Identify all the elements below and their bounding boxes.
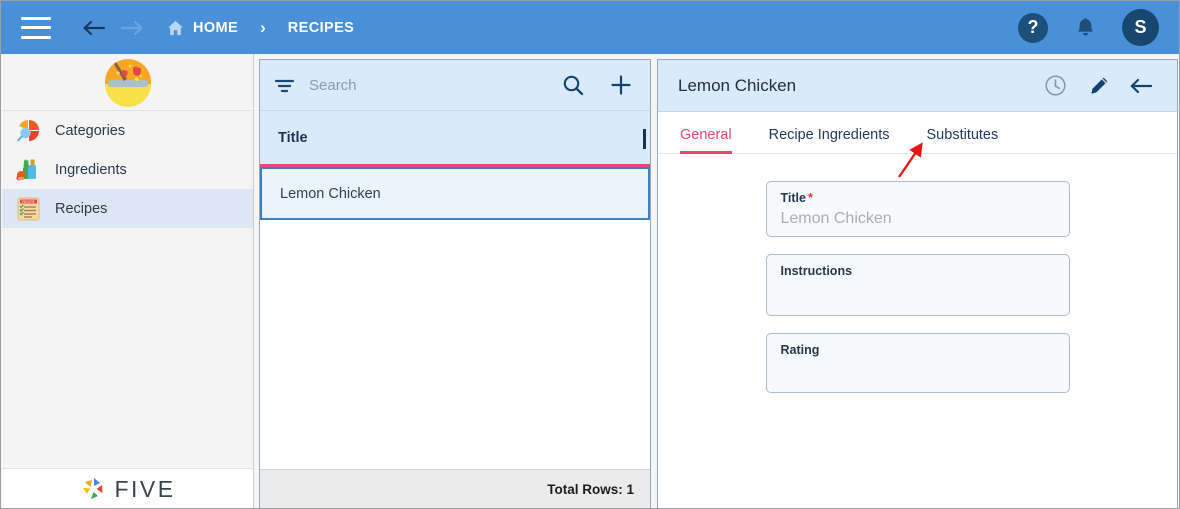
filter-icon[interactable] bbox=[274, 77, 295, 94]
brand-footer: FIVE bbox=[2, 468, 253, 508]
groceries-icon bbox=[15, 156, 42, 183]
sidebar-item-categories[interactable]: Categories bbox=[2, 111, 253, 150]
field-instructions-label: Instructions bbox=[780, 264, 853, 278]
sidebar-item-label: Ingredients bbox=[55, 161, 127, 178]
field-rating[interactable]: Rating bbox=[765, 333, 1070, 393]
field-title-value: Lemon Chicken bbox=[780, 210, 892, 227]
field-title[interactable]: Title * Lemon Chicken bbox=[765, 181, 1070, 237]
search-input[interactable] bbox=[309, 76, 562, 94]
sidebar-item-recipes[interactable]: RECIPE Recipes bbox=[2, 189, 253, 228]
cell-title: Lemon Chicken bbox=[280, 185, 381, 202]
nav-forward-icon[interactable] bbox=[113, 11, 151, 45]
general-form: Title * Lemon Chicken Instructions Rating bbox=[658, 154, 1177, 393]
back-arrow-icon[interactable] bbox=[1120, 68, 1163, 104]
add-record-icon[interactable] bbox=[610, 74, 632, 96]
search-icon[interactable] bbox=[562, 74, 584, 96]
history-icon[interactable] bbox=[1034, 68, 1077, 104]
five-pinwheel-icon bbox=[83, 478, 103, 499]
recipes-list-panel: Title Lemon Chicken Total Rows: 1 bbox=[259, 59, 651, 508]
field-instructions[interactable]: Instructions bbox=[765, 254, 1070, 316]
left-sidebar: Categories Ingredients RECIPE Recipes FI… bbox=[2, 54, 254, 508]
bell-icon[interactable] bbox=[1062, 11, 1108, 45]
top-app-bar: HOME › RECIPES ? S bbox=[1, 1, 1179, 54]
breadcrumb: HOME › RECIPES bbox=[167, 18, 354, 38]
sidebar-item-label: Categories bbox=[55, 122, 126, 139]
breadcrumb-item-recipes[interactable]: RECIPES bbox=[288, 20, 354, 36]
hamburger-menu-icon[interactable] bbox=[21, 16, 51, 39]
nav-back-icon[interactable] bbox=[75, 11, 113, 45]
brand-name: FIVE bbox=[114, 475, 176, 502]
grid-column-title[interactable]: Title bbox=[260, 130, 308, 146]
tab-general[interactable]: General bbox=[680, 127, 732, 154]
application-window: HOME › RECIPES ? S Categories Ingredient… bbox=[0, 0, 1180, 509]
grid-header-row: Title bbox=[260, 111, 650, 167]
pie-chart-search-icon bbox=[15, 117, 42, 144]
grid-body: Lemon Chicken bbox=[260, 167, 650, 469]
field-title-label: Title * bbox=[781, 191, 1055, 205]
app-bar-actions: ? S bbox=[1018, 9, 1159, 46]
detail-tabs: General Recipe Ingredients Substitutes bbox=[658, 112, 1177, 154]
page-title: Lemon Chicken bbox=[678, 75, 797, 95]
required-asterisk: * bbox=[807, 191, 813, 205]
user-avatar[interactable]: S bbox=[1122, 9, 1159, 46]
column-resize-handle[interactable] bbox=[643, 129, 646, 149]
search-toolbar bbox=[260, 60, 650, 111]
tab-substitutes[interactable]: Substitutes bbox=[927, 127, 999, 153]
sidebar-item-ingredients[interactable]: Ingredients bbox=[2, 150, 253, 189]
salad-bowl-logo-icon bbox=[104, 59, 151, 107]
tab-recipe-ingredients[interactable]: Recipe Ingredients bbox=[769, 127, 890, 153]
table-row[interactable]: Lemon Chicken bbox=[260, 167, 650, 220]
grid-footer: Total Rows: 1 bbox=[260, 469, 650, 508]
recipe-card-icon: RECIPE bbox=[15, 195, 42, 222]
recipe-detail-panel: Lemon Chicken General Recipe Ingredients… bbox=[657, 59, 1178, 508]
breadcrumb-separator: › bbox=[260, 17, 266, 37]
home-icon bbox=[167, 20, 184, 36]
field-title-label-text: Title bbox=[780, 191, 806, 205]
breadcrumb-item-home[interactable]: HOME bbox=[193, 20, 238, 36]
sidebar-item-label: Recipes bbox=[55, 200, 108, 217]
field-rating-label: Rating bbox=[780, 343, 820, 357]
detail-header: Lemon Chicken bbox=[658, 60, 1177, 112]
help-circle-icon[interactable]: ? bbox=[1018, 12, 1048, 43]
app-logo bbox=[2, 54, 253, 111]
total-rows-label: Total Rows: 1 bbox=[547, 481, 634, 497]
svg-text:RECIPE: RECIPE bbox=[22, 200, 35, 204]
detail-header-actions bbox=[1034, 68, 1163, 104]
edit-pencil-icon[interactable] bbox=[1077, 68, 1120, 104]
